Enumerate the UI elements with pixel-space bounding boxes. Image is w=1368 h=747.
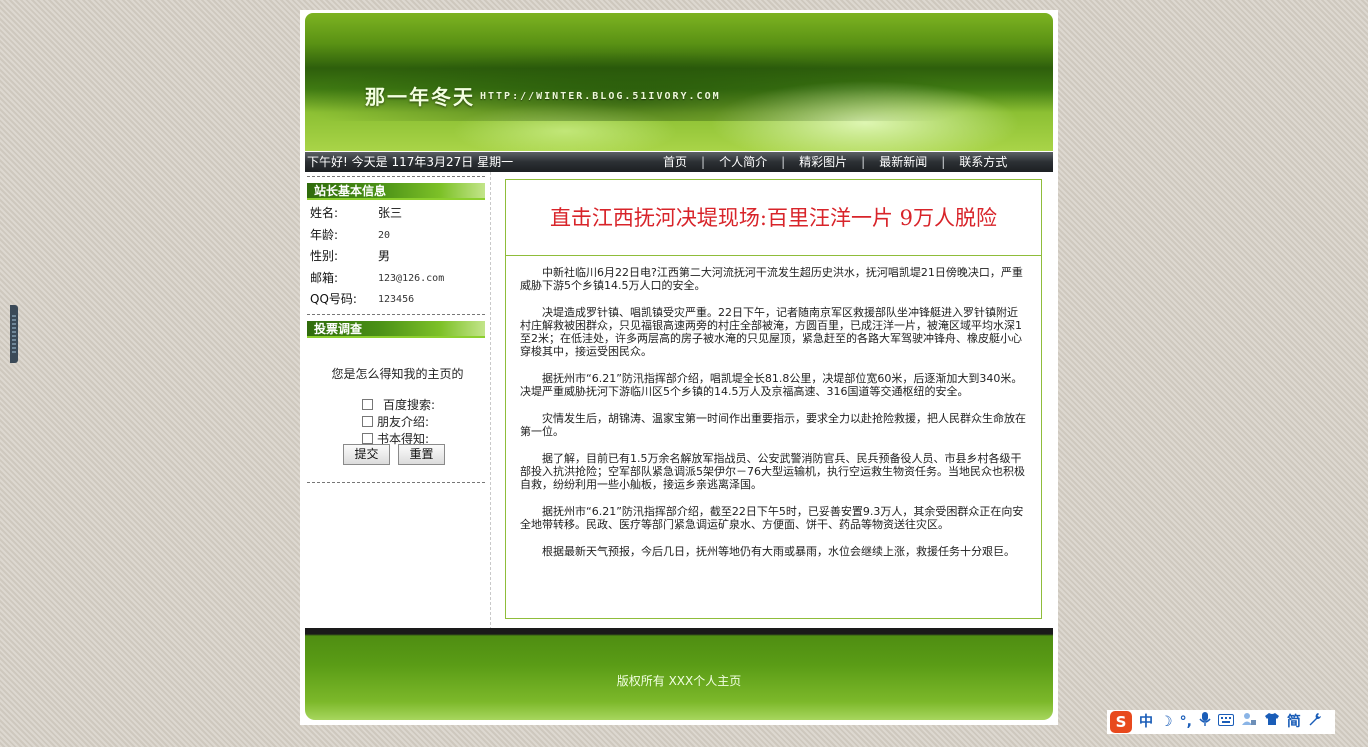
article-title: 直击江西抚河决堤现场:百里汪洋一片 9万人脱险 bbox=[506, 180, 1041, 256]
checkbox[interactable] bbox=[362, 415, 373, 427]
info-value: 123456 bbox=[378, 294, 415, 305]
info-value: 男 bbox=[378, 249, 391, 263]
poll-option-baidu[interactable]: 百度搜索: bbox=[305, 396, 490, 413]
info-key: 邮箱: bbox=[310, 270, 339, 285]
info-key: 年龄: bbox=[310, 227, 339, 242]
date-greeting: 下午好! 今天是 117年3月27日 星期一 bbox=[307, 155, 514, 169]
owner-info-list: 姓名: 张三 年龄: 20 性别: 男 邮箱: 123@126.com QQ号码… bbox=[305, 203, 490, 311]
info-value: 张三 bbox=[378, 206, 403, 220]
article-paragraph: 据了解，目前已有1.5万余名解放军指战员、公安武警消防官兵、民兵预备役人员、市县… bbox=[520, 452, 1025, 491]
wrench-icon[interactable] bbox=[1308, 711, 1322, 733]
info-row-age: 年龄: 20 bbox=[305, 225, 490, 247]
keyboard-icon[interactable] bbox=[1217, 711, 1234, 733]
poll-buttons: 提交 重置 bbox=[305, 443, 490, 465]
info-row-name: 姓名: 张三 bbox=[305, 203, 490, 225]
info-row-email: 邮箱: 123@126.com bbox=[305, 268, 490, 290]
poll-form: 您是怎么得知我的主页的 百度搜索: 朋友介绍: 书本得知: 提交 重置 bbox=[305, 365, 490, 465]
checkbox[interactable] bbox=[362, 398, 373, 410]
article-panel: 直击江西抚河决堤现场:百里汪洋一片 9万人脱险 中新社临川6月22日电?江西第二… bbox=[505, 179, 1042, 619]
article-paragraph: 中新社临川6月22日电?江西第二大河流抚河干流发生超历史洪水，抚河唱凯堤21日傍… bbox=[520, 266, 1023, 292]
article-body: 中新社临川6月22日电?江西第二大河流抚河干流发生超历史洪水，抚河唱凯堤21日傍… bbox=[506, 256, 1041, 558]
divider bbox=[307, 176, 485, 177]
side-dock-handle[interactable] bbox=[10, 305, 18, 363]
microphone-icon[interactable] bbox=[1199, 711, 1211, 734]
nav-photos[interactable]: 精彩图片 bbox=[785, 152, 861, 172]
divider bbox=[307, 313, 485, 315]
poll-question: 您是怎么得知我的主页的 bbox=[331, 366, 464, 381]
article-paragraph: 根据最新天气预报，今后几日，抚州等地仍有大雨或暴雨，水位会继续上涨，救援任务十分… bbox=[542, 545, 1015, 558]
moon-icon[interactable]: ☽ bbox=[1160, 711, 1173, 733]
nav-home[interactable]: 首页 bbox=[649, 152, 701, 172]
submit-button[interactable]: 提交 bbox=[343, 443, 390, 465]
copyright-text: 版权所有 XXX个人主页 bbox=[616, 674, 742, 688]
header-banner: 那一年冬天 HTTP://WINTER.BLOG.51IVORY.COM bbox=[305, 13, 1053, 151]
site-url-text: HTTP://WINTER.BLOG.51IVORY.COM bbox=[480, 91, 721, 102]
sogou-logo-icon[interactable]: S bbox=[1110, 711, 1132, 733]
poll-heading: 投票调查 bbox=[307, 320, 485, 338]
info-row-qq: QQ号码: 123456 bbox=[305, 289, 490, 311]
main-nav: 首页 | 个人简介 | 精彩图片 | 最新新闻 | 联系方式 bbox=[649, 152, 1021, 172]
input-mode-toggle[interactable]: 中 bbox=[1139, 711, 1153, 733]
nav-news[interactable]: 最新新闻 bbox=[865, 152, 941, 172]
nav-contact[interactable]: 联系方式 bbox=[945, 152, 1021, 172]
poll-options: 百度搜索: 朋友介绍: 书本得知: bbox=[305, 396, 490, 447]
ime-toolbar: S 中 ☽ °, 简 bbox=[1107, 710, 1335, 734]
info-value: 20 bbox=[378, 229, 391, 241]
checkbox[interactable] bbox=[362, 432, 373, 444]
punctuation-icon[interactable]: °, bbox=[1180, 711, 1192, 733]
page-container: 那一年冬天 HTTP://WINTER.BLOG.51IVORY.COM 下午好… bbox=[300, 10, 1058, 725]
owner-info-heading: 站长基本信息 bbox=[307, 183, 485, 200]
article-paragraph: 据抚州市“6.21”防汛指挥部介绍，唱凯堤全长81.8公里，决堤部位宽60米，后… bbox=[520, 372, 1023, 398]
site-logo-text: 那一年冬天 bbox=[365, 85, 475, 109]
info-value: 123@126.com bbox=[378, 272, 445, 284]
reset-button[interactable]: 重置 bbox=[398, 443, 445, 465]
info-row-gender: 性别: 男 bbox=[305, 246, 490, 268]
footer: 版权所有 XXX个人主页 bbox=[305, 628, 1053, 720]
article-paragraph: 灾情发生后，胡锦涛、温家宝第一时间作出重要指示，要求全力以赴抢险救援，把人民群众… bbox=[520, 412, 1026, 438]
skin-shirt-icon[interactable] bbox=[1264, 711, 1280, 733]
user-tools-icon[interactable] bbox=[1241, 711, 1257, 733]
top-bar: 下午好! 今天是 117年3月27日 星期一 首页 | 个人简介 | 精彩图片 … bbox=[305, 152, 1053, 172]
option-label: 百度搜索: bbox=[383, 397, 436, 412]
divider bbox=[307, 481, 485, 483]
info-key: 姓名: bbox=[310, 206, 339, 220]
poll-option-friend[interactable]: 朋友介绍: bbox=[305, 413, 490, 430]
sidebar: 站长基本信息 姓名: 张三 年龄: 20 性别: 男 邮箱: 123@126.c… bbox=[305, 172, 491, 630]
simplified-toggle[interactable]: 简 bbox=[1287, 711, 1301, 733]
info-key: QQ号码: bbox=[310, 292, 357, 306]
option-label: 朋友介绍: bbox=[377, 414, 430, 429]
info-key: 性别: bbox=[310, 249, 339, 263]
article-paragraph: 据抚州市“6.21”防汛指挥部介绍，截至22日下午5时，已妥善安置9.3万人，其… bbox=[520, 505, 1024, 531]
article-paragraph: 决堤造成罗针镇、唱凯镇受灾严重。22日下午，记者随南京军区救援部队坐冲锋艇进入罗… bbox=[520, 306, 1022, 358]
nav-profile[interactable]: 个人简介 bbox=[705, 152, 781, 172]
